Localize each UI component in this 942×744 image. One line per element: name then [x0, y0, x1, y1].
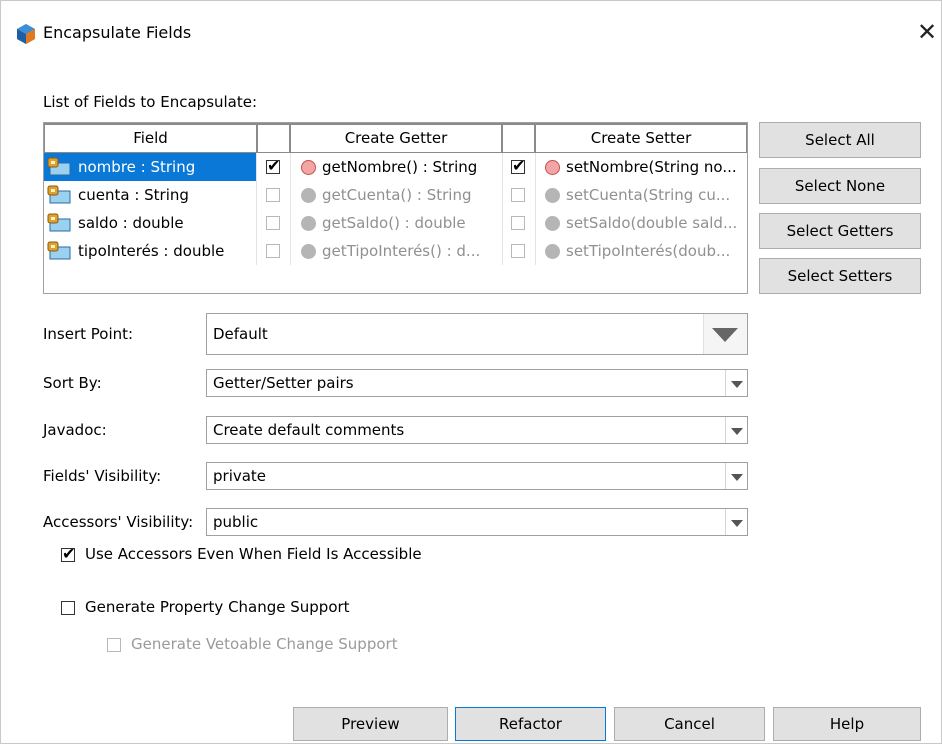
javadoc-dropdown[interactable]: Create default comments [206, 416, 748, 444]
table-row[interactable]: saldo : double getSaldo() : double setSa… [44, 209, 747, 237]
column-header-setter-check[interactable] [502, 123, 535, 153]
use-accessors-checkbox[interactable]: ✔ [61, 544, 75, 563]
refactor-button[interactable]: Refactor [455, 707, 606, 741]
field-lock-icon [47, 213, 71, 232]
table-row[interactable]: nombre : String ✔ getNombre() : String ✔… [44, 153, 747, 181]
setter-checkbox[interactable] [511, 188, 525, 202]
setter-method: setCuenta(String cu... [566, 186, 731, 204]
table-row[interactable]: cuenta : String getCuenta() : String set… [44, 181, 747, 209]
setter-method: setTipoInterés(doub... [566, 242, 731, 260]
field-cell[interactable]: tipoInterés : double [44, 237, 256, 265]
select-getters-button[interactable]: Select Getters [759, 213, 921, 249]
field-name: cuenta : String [78, 186, 189, 204]
fields-table[interactable]: Field Create Getter Create Setter nombre… [43, 122, 748, 294]
use-accessors-label: Use Accessors Even When Field Is Accessi… [85, 545, 422, 563]
field-cell[interactable]: cuenta : String [44, 181, 256, 209]
getter-checkbox[interactable] [266, 188, 280, 202]
getter-method: getTipoInterés() : d... [322, 242, 481, 260]
field-lock-icon [47, 157, 71, 176]
setter-checkbox[interactable] [511, 216, 525, 230]
chevron-down-icon[interactable] [703, 314, 747, 354]
chevron-down-icon[interactable] [725, 370, 747, 396]
cancel-button[interactable]: Cancel [614, 707, 765, 741]
chevron-down-icon[interactable] [725, 417, 747, 443]
method-status-icon [301, 244, 316, 259]
field-cell[interactable]: nombre : String [44, 153, 256, 181]
getter-checkbox[interactable]: ✔ [266, 156, 280, 175]
title-bar: Encapsulate Fields ✕ [1, 1, 941, 63]
check-icon: ✔ [62, 544, 76, 563]
getter-checkbox[interactable] [266, 244, 280, 258]
field-name: tipoInterés : double [78, 242, 225, 260]
field-lock-icon [47, 185, 71, 204]
encapsulate-fields-dialog: Encapsulate Fields ✕ List of Fields to E… [0, 0, 942, 744]
close-icon[interactable]: ✕ [914, 19, 940, 45]
column-header-setter[interactable]: Create Setter [535, 123, 747, 153]
field-name: saldo : double [78, 214, 184, 232]
method-status-icon [301, 160, 316, 175]
getter-method: getCuenta() : String [322, 186, 472, 204]
vetoable-change-checkbox[interactable] [107, 638, 121, 652]
fields-visibility-label: Fields' Visibility: [43, 467, 162, 485]
column-header-getter-check[interactable] [257, 123, 290, 153]
method-status-icon [301, 188, 316, 203]
check-icon: ✔ [512, 156, 526, 175]
accessors-visibility-dropdown[interactable]: public [206, 508, 748, 536]
window-title: Encapsulate Fields [43, 23, 192, 42]
field-name: nombre : String [78, 158, 196, 176]
property-change-checkbox[interactable] [61, 601, 75, 615]
method-status-icon [545, 244, 560, 259]
setter-method: setNombre(String no... [566, 158, 737, 176]
setter-checkbox[interactable] [511, 244, 525, 258]
sort-by-dropdown[interactable]: Getter/Setter pairs [206, 369, 748, 397]
table-header: Field Create Getter Create Setter [44, 123, 747, 153]
insert-point-value: Default [213, 325, 268, 343]
check-icon: ✔ [267, 156, 281, 175]
column-header-field[interactable]: Field [44, 123, 257, 153]
column-header-getter[interactable]: Create Getter [290, 123, 502, 153]
preview-button[interactable]: Preview [293, 707, 448, 741]
chevron-down-icon[interactable] [725, 463, 747, 489]
setter-method: setSaldo(double sald... [566, 214, 738, 232]
javadoc-label: Javadoc: [43, 421, 107, 439]
sort-by-label: Sort By: [43, 374, 102, 392]
field-cell[interactable]: saldo : double [44, 209, 256, 237]
select-all-button[interactable]: Select All [759, 122, 921, 158]
chevron-down-icon[interactable] [725, 509, 747, 535]
fields-list-label: List of Fields to Encapsulate: [43, 93, 258, 111]
method-status-icon [545, 160, 560, 175]
fields-visibility-dropdown[interactable]: private [206, 462, 748, 490]
vetoable-change-label: Generate Vetoable Change Support [131, 635, 398, 653]
getter-method: getSaldo() : double [322, 214, 466, 232]
getter-method: getNombre() : String [322, 158, 478, 176]
help-button[interactable]: Help [773, 707, 921, 741]
sort-by-value: Getter/Setter pairs [213, 374, 354, 392]
method-status-icon [545, 188, 560, 203]
setter-checkbox[interactable]: ✔ [511, 156, 525, 175]
field-lock-icon [47, 241, 71, 260]
fields-visibility-value: private [213, 467, 267, 485]
table-row[interactable]: tipoInterés : double getTipoInterés() : … [44, 237, 747, 265]
javadoc-value: Create default comments [213, 421, 405, 439]
accessors-visibility-value: public [213, 513, 259, 531]
method-status-icon [301, 216, 316, 231]
insert-point-dropdown[interactable]: Default [206, 313, 748, 355]
getter-checkbox[interactable] [266, 216, 280, 230]
select-none-button[interactable]: Select None [759, 168, 921, 204]
property-change-label: Generate Property Change Support [85, 598, 350, 616]
accessors-visibility-label: Accessors' Visibility: [43, 513, 194, 531]
insert-point-label: Insert Point: [43, 325, 134, 343]
netbeans-app-icon [17, 24, 35, 44]
method-status-icon [545, 216, 560, 231]
select-setters-button[interactable]: Select Setters [759, 258, 921, 294]
